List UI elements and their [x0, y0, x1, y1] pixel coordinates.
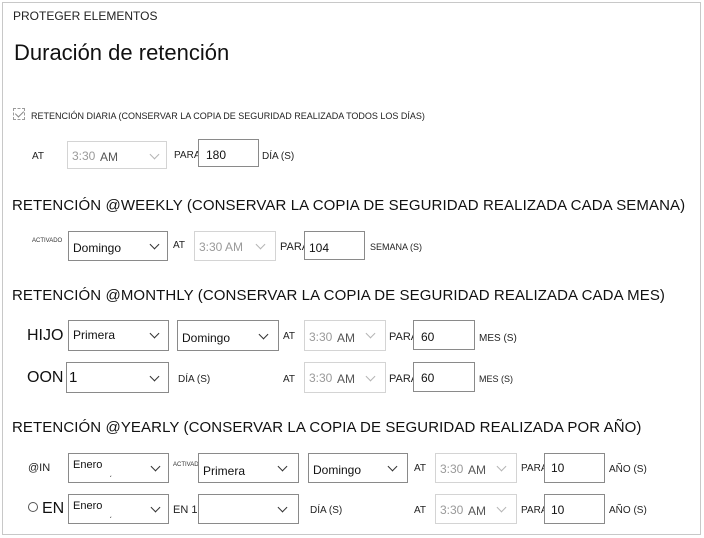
monthly-row2-months-input[interactable]: 60	[413, 362, 475, 392]
monthly-row1-time-select[interactable]: 3:30 AM	[304, 320, 386, 351]
monthly-row1-prefix: HIJO	[27, 327, 64, 344]
yearly-row1-at-label: AT	[414, 463, 427, 474]
yearly-row1-years-input[interactable]: 10	[544, 453, 605, 483]
yearly-row2-time-select[interactable]: 3:30 AM	[435, 494, 517, 524]
monthly-row1-at-label: AT	[283, 331, 296, 342]
daily-retention-label: RETENCIÓN DIARIA (CONSERVAR LA COPIA DE …	[31, 111, 425, 121]
yearly-row1-time-select[interactable]: 3:30 AM	[435, 453, 517, 483]
yearly-row1-unit-label: AÑO (S)	[609, 464, 647, 475]
page-title: Duración de retención	[14, 40, 230, 65]
yearly-row2-unit-label: AÑO (S)	[609, 505, 647, 516]
weekly-weeks-input[interactable]: 104	[304, 231, 365, 260]
chevron-down-icon	[149, 239, 160, 250]
yearly-on-day-radio[interactable]	[28, 502, 38, 512]
monthly-row1-unit-label: MES (S)	[479, 333, 517, 344]
yearly-row1-month-select[interactable]: Enero ˏ	[68, 453, 169, 483]
daily-para-label: PARA	[174, 150, 201, 161]
yearly-row2-day-label: DÍA (S)	[310, 505, 343, 516]
weekly-unit-label: SEMANA (S)	[370, 242, 423, 252]
chevron-down-icon	[150, 502, 161, 513]
yearly-heading: RETENCIÓN @YEARLY (CONSERVAR LA COPIA DE…	[12, 419, 642, 436]
yearly-row2-month-select[interactable]: Enero ˏ	[68, 494, 169, 524]
daily-time-select[interactable]: 3:30 AM	[67, 141, 167, 169]
yearly-row1-prefix: @IN	[28, 462, 51, 474]
daily-days-input[interactable]: 180	[198, 139, 259, 167]
monthly-ordinal-select[interactable]: Primera	[68, 320, 169, 351]
yearly-row2-at-label: AT	[414, 505, 427, 516]
weekly-on-label: ACTIVADO	[32, 238, 63, 244]
daily-at-label: AT	[32, 151, 45, 162]
yearly-ordinal-select[interactable]: Primera	[198, 453, 299, 483]
weekly-at-label: AT	[173, 240, 186, 251]
chevron-down-icon	[387, 461, 398, 472]
monthly-row2-day-label: DÍA (S)	[178, 374, 211, 385]
section-tag: PROTEGER ELEMENTOS	[13, 9, 158, 23]
chevron-down-icon	[149, 371, 160, 382]
daily-retention-checkbox[interactable]	[13, 108, 25, 120]
chevron-down-icon	[496, 461, 507, 472]
chevron-down-icon	[255, 239, 266, 250]
chevron-down-icon	[258, 329, 269, 340]
monthly-day-number-select[interactable]: 1	[66, 362, 169, 393]
yearly-row2-years-input[interactable]: 10	[544, 494, 605, 524]
weekly-time-select[interactable]: 3:30 AM	[194, 231, 276, 261]
monthly-row1-months-input[interactable]: 60	[413, 320, 475, 350]
monthly-row2-prefix: OON	[27, 369, 64, 386]
weekly-heading: RETENCIÓN @WEEKLY (CONSERVAR LA COPIA DE…	[12, 197, 686, 214]
yearly-row2-en-label: EN 1	[173, 504, 198, 516]
chevron-down-icon	[277, 461, 288, 472]
chevron-down-icon	[149, 149, 160, 160]
chevron-down-icon	[277, 502, 288, 513]
monthly-row2-at-label: AT	[283, 374, 296, 385]
monthly-heading: RETENCIÓN @MONTHLY (CONSERVAR LA COPIA D…	[12, 287, 666, 304]
yearly-day-number-select[interactable]	[198, 494, 299, 524]
chevron-down-icon	[150, 461, 161, 472]
caret-mark: ˏ	[109, 467, 112, 477]
monthly-row2-unit-label: MES (S)	[479, 374, 514, 384]
chevron-down-icon	[365, 371, 376, 382]
check-mark-icon	[14, 108, 25, 118]
yearly-day-select[interactable]: Domingo	[308, 453, 408, 483]
monthly-day-select[interactable]: Domingo	[177, 320, 279, 351]
monthly-row2-time-select[interactable]: 3:30 AM	[304, 362, 386, 393]
daily-unit-label: DÍA (S)	[262, 151, 295, 162]
chevron-down-icon	[496, 502, 507, 513]
chevron-down-icon	[149, 328, 160, 339]
chevron-down-icon	[365, 328, 376, 339]
yearly-row2-prefix: EN	[42, 500, 65, 517]
weekly-day-select[interactable]: Domingo	[68, 231, 168, 261]
caret-mark: ˏ	[109, 508, 112, 518]
